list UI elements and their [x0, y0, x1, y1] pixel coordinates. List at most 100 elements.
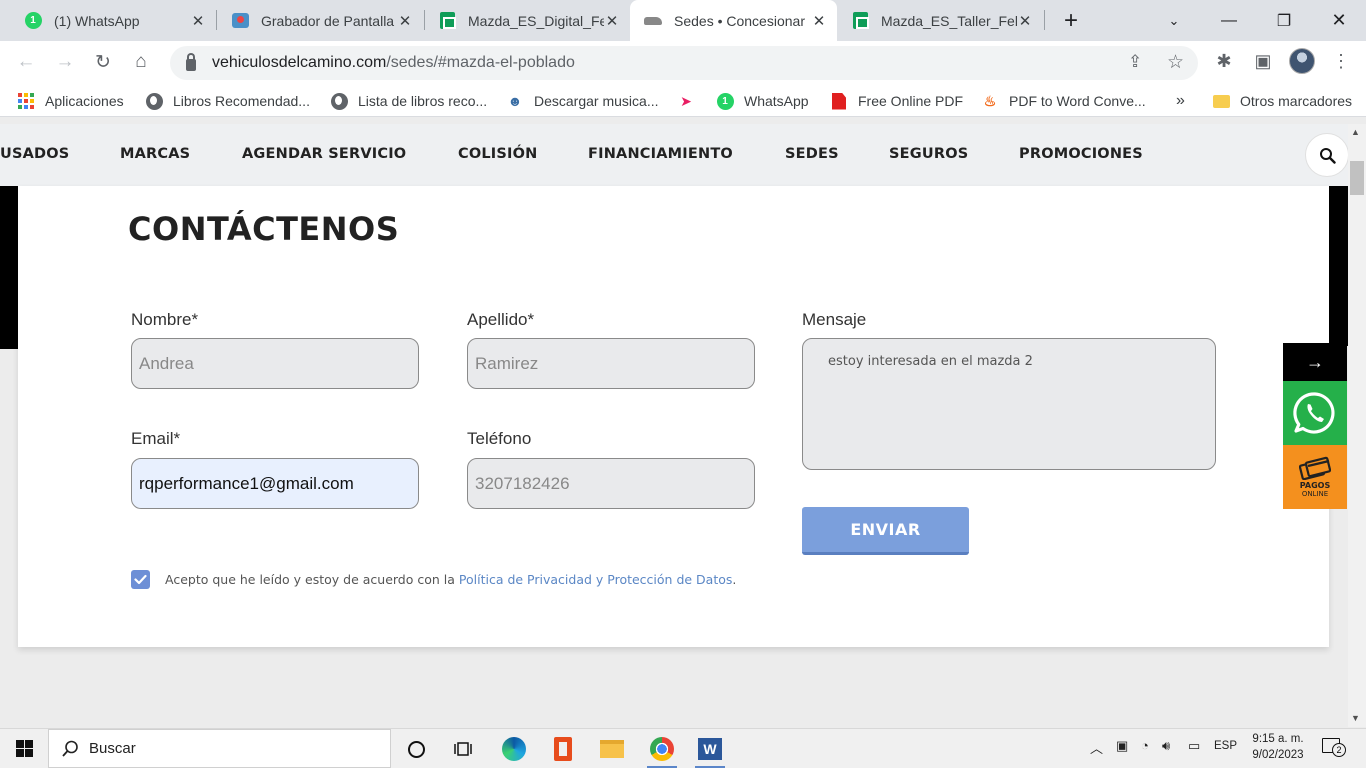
scroll-thumb[interactable]	[1350, 161, 1364, 195]
google-sheets-icon	[851, 12, 869, 30]
nav-seguros[interactable]: SEGUROS	[889, 146, 968, 162]
nav-agendar-servicio[interactable]: AGENDAR SERVICIO	[242, 146, 406, 162]
page-side-band	[1329, 186, 1348, 346]
windows-logo-icon	[15, 739, 33, 757]
avatar[interactable]	[1289, 48, 1315, 74]
tab-sedes[interactable]: Sedes • Concesionar ✕	[630, 0, 837, 41]
wifi-icon[interactable]: ◔	[1141, 738, 1149, 753]
meet-now-icon[interactable]: ▣	[1116, 738, 1128, 754]
pagos-online-button[interactable]: PAGOS ONLINE	[1283, 445, 1347, 509]
telefono-field[interactable]	[467, 458, 755, 509]
privacy-policy-link[interactable]: Política de Privacidad y Protección de D…	[459, 572, 733, 587]
mensaje-label: Mensaje	[802, 310, 867, 329]
volume-icon[interactable]: 🔊︎	[1162, 738, 1170, 754]
taskbar-search-input[interactable]: Buscar	[48, 729, 391, 768]
scroll-down-arrow[interactable]: ▼	[1351, 713, 1360, 723]
check-icon	[134, 574, 147, 585]
url-host: vehiculosdelcamino.com	[212, 54, 387, 71]
extensions-icon[interactable]: ✱	[1212, 51, 1236, 72]
nav-sedes[interactable]: SEDES	[785, 146, 839, 162]
forward-button[interactable]: →	[51, 48, 79, 76]
send-button[interactable]: ENVIAR	[802, 507, 969, 555]
tray-overflow-icon[interactable]: ︿	[1090, 738, 1103, 757]
scroll-up-arrow[interactable]: ▲	[1351, 127, 1360, 137]
battery-icon[interactable]: ▭	[1188, 738, 1200, 754]
bookmark-whatsapp[interactable]: 1 WhatsApp	[716, 91, 809, 111]
close-icon[interactable]: ✕	[1017, 13, 1033, 30]
close-icon[interactable]: ✕	[397, 13, 413, 30]
nav-marcas[interactable]: MARCAS	[120, 146, 190, 162]
tab-search-button[interactable]: ⌄	[1151, 0, 1197, 41]
home-button[interactable]: ⌂	[127, 48, 155, 76]
chrome-app[interactable]	[639, 732, 685, 768]
nombre-field[interactable]	[131, 338, 419, 389]
office-app[interactable]	[540, 732, 586, 766]
address-bar[interactable]: vehiculosdelcamino.com/sedes/#mazda-el-p…	[170, 46, 1198, 80]
tab-whatsapp[interactable]: 1 (1) WhatsApp ✕	[0, 0, 216, 41]
mensaje-field[interactable]: estoy interesada en el mazda 2	[802, 338, 1216, 470]
google-sheets-icon	[438, 12, 456, 30]
whatsapp-float-button[interactable]	[1283, 381, 1347, 445]
bookmark-star-icon[interactable]: ☆	[1167, 51, 1184, 74]
tab-title: Sedes • Concesionar	[674, 12, 805, 29]
bookmark-pdf-word[interactable]: ♨ PDF to Word Conve...	[981, 91, 1146, 111]
nav-financiamiento[interactable]: FINANCIAMIENTO	[588, 146, 733, 162]
start-button[interactable]	[0, 728, 48, 768]
consent-end: .	[732, 572, 737, 587]
other-bookmarks[interactable]: Otros marcadores	[1212, 91, 1352, 111]
bookmark-apps[interactable]: Aplicaciones	[17, 91, 124, 111]
language-indicator[interactable]: ESP	[1214, 740, 1237, 752]
minimize-button[interactable]: —	[1206, 0, 1252, 41]
bookmark-send[interactable]: ➤	[677, 91, 705, 111]
word-app[interactable]: W	[687, 732, 733, 768]
menu-icon[interactable]: ⋮	[1329, 51, 1353, 72]
consent-label: Acepto que he leído y estoy de acuerdo c…	[165, 572, 459, 587]
bookmark-free-pdf[interactable]: Free Online PDF	[830, 91, 963, 111]
side-panel-icon[interactable]: ▣	[1251, 51, 1275, 72]
back-button[interactable]: ←	[12, 48, 40, 76]
edge-app[interactable]	[491, 732, 537, 766]
nav-promociones[interactable]: PROMOCIONES	[1019, 146, 1143, 162]
page-scrollbar[interactable]	[1348, 124, 1366, 727]
word-icon: W	[698, 738, 722, 760]
file-explorer-app[interactable]	[589, 732, 635, 766]
close-icon[interactable]: ✕	[190, 13, 206, 30]
close-icon[interactable]: ✕	[811, 13, 827, 30]
tab-title: Mazda_ES_Digital_Fe	[468, 12, 604, 29]
maximize-button[interactable]: ❐	[1261, 0, 1307, 41]
send-plane-icon: ➤	[680, 92, 692, 109]
reload-button[interactable]: ↻	[89, 48, 117, 76]
pagos-label: PAGOS	[1299, 481, 1331, 490]
bookmark-musica[interactable]: ☻ Descargar musica...	[506, 91, 659, 111]
whatsapp-icon	[1293, 392, 1335, 434]
bookmark-label: Otros marcadores	[1240, 93, 1353, 109]
bookmark-label: Free Online PDF	[858, 93, 964, 109]
tab-screen-recorder[interactable]: Grabador de Pantalla ✕	[207, 0, 423, 41]
pdf-icon	[830, 92, 848, 110]
bookmarks-overflow-button[interactable]: »	[1176, 91, 1185, 111]
tab-mazda-digital[interactable]: Mazda_ES_Digital_Fe ✕	[414, 0, 630, 41]
close-icon[interactable]: ✕	[604, 13, 620, 30]
email-field[interactable]	[131, 458, 419, 509]
tab-mazda-taller[interactable]: Mazda_ES_Taller_Feb ✕	[827, 0, 1043, 41]
bookmark-lista-libros[interactable]: Lista de libros reco...	[330, 91, 487, 111]
folder-icon	[600, 740, 624, 758]
task-view-button[interactable]	[440, 732, 486, 766]
nav-usados[interactable]: USADOS	[0, 146, 69, 162]
cortana-button[interactable]	[393, 732, 439, 766]
site-search-button[interactable]	[1305, 133, 1349, 177]
tab-separator	[1044, 10, 1045, 30]
notification-center-button[interactable]: 2	[1322, 738, 1346, 758]
apellido-field[interactable]	[467, 338, 755, 389]
clock[interactable]: 9:15 a. m. 9/02/2023	[1245, 731, 1311, 763]
edge-icon	[502, 737, 526, 761]
window-close-button[interactable]: ✕	[1316, 0, 1362, 41]
bookmark-libros[interactable]: Libros Recomendad...	[145, 91, 310, 111]
telefono-label: Teléfono	[467, 429, 532, 448]
new-tab-button[interactable]: +	[1048, 0, 1094, 41]
share-icon[interactable]: ⇪	[1128, 52, 1142, 72]
nav-colision[interactable]: COLISIÓN	[458, 146, 538, 162]
bookmark-label: WhatsApp	[744, 93, 809, 109]
float-toggle-button[interactable]: →	[1283, 343, 1347, 381]
consent-checkbox[interactable]	[131, 570, 150, 589]
